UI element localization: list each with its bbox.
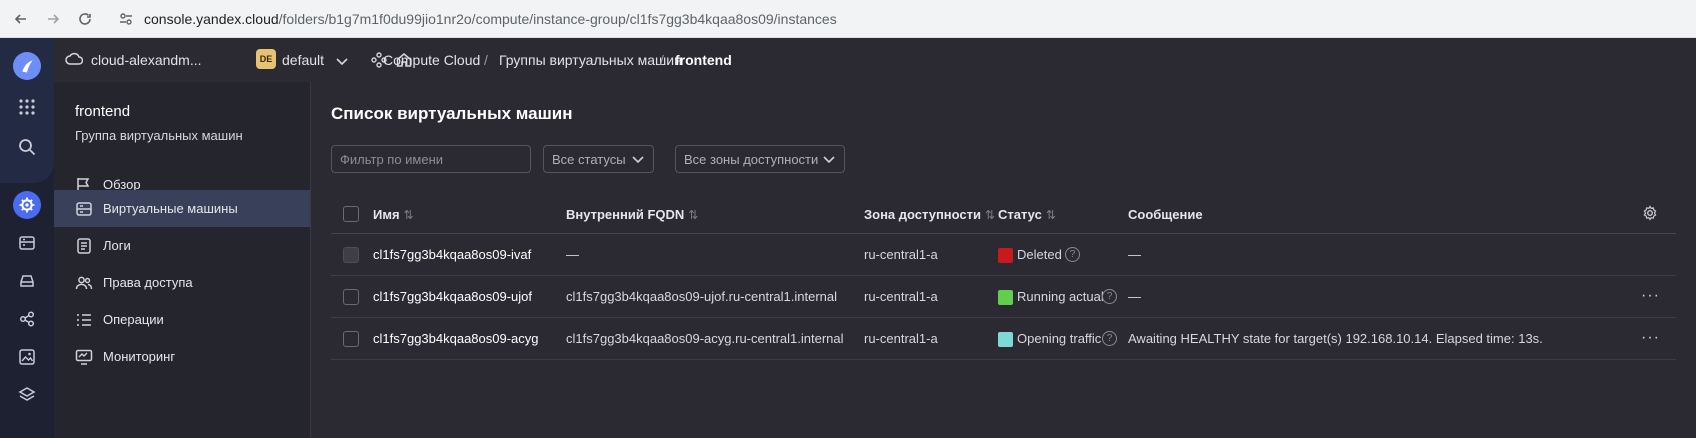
vm-zone: ru-central1-a bbox=[864, 247, 938, 262]
table-header: Имя ⇅ Внутренний FQDN ⇅ Зона доступности ⇅ … bbox=[331, 194, 1676, 234]
sort-icon: ⇅ bbox=[403, 208, 414, 222]
back-icon[interactable] bbox=[10, 8, 32, 30]
zone-select-value: Все зоны доступности bbox=[684, 151, 819, 167]
log-icon bbox=[75, 237, 93, 255]
vm-status: Deleted bbox=[1017, 247, 1062, 262]
breadcrumb-compute-cloud[interactable]: Compute Cloud bbox=[383, 52, 480, 68]
app-rail bbox=[0, 38, 54, 438]
vm-list-icon[interactable] bbox=[13, 229, 41, 257]
url-host: console.yandex.cloud bbox=[144, 11, 279, 27]
breadcrumb-current: frontend bbox=[675, 52, 732, 68]
vm-fqdn: cl1fs7gg3b4kqaa8os09-acyg.ru-central1.in… bbox=[566, 331, 844, 346]
chevron-down-icon[interactable] bbox=[336, 54, 348, 72]
compute-cloud-icon[interactable] bbox=[13, 191, 41, 219]
sidebar-item-access[interactable]: Права доступа bbox=[54, 264, 310, 301]
column-fqdn[interactable]: Внутренний FQDN ⇅ bbox=[566, 207, 698, 222]
row-checkbox[interactable] bbox=[343, 289, 359, 305]
layers-icon[interactable] bbox=[13, 381, 41, 409]
column-name[interactable]: Имя ⇅ bbox=[373, 207, 414, 222]
sidebar-item-vms[interactable]: Виртуальные машины bbox=[54, 190, 310, 227]
image-icon[interactable] bbox=[13, 343, 41, 371]
status-indicator bbox=[998, 248, 1013, 263]
vm-message: — bbox=[1128, 247, 1141, 262]
sidebar-item-label: Мониторинг bbox=[103, 349, 176, 364]
table-row[interactable]: cl1fs7gg3b4kqaa8os09-ivaf — ru-central1-… bbox=[331, 234, 1676, 276]
cloud-selector[interactable]: cloud-alexandm... bbox=[91, 52, 202, 68]
sidebar-item-label: Виртуальные машины bbox=[103, 201, 238, 216]
main-content: Список виртуальных машин Все статусы Все… bbox=[311, 82, 1696, 438]
vm-fqdn: — bbox=[566, 247, 579, 262]
column-zone[interactable]: Зона доступности ⇅ bbox=[864, 207, 995, 222]
sort-icon: ⇅ bbox=[1045, 208, 1056, 222]
vm-message: Awaiting HEALTHY state for target(s) 192… bbox=[1128, 331, 1543, 346]
page-title: Список виртуальных машин bbox=[331, 104, 573, 123]
row-checkbox bbox=[343, 247, 359, 263]
table-row[interactable]: cl1fs7gg3b4kqaa8os09-acyg cl1fs7gg3b4kqa… bbox=[331, 318, 1676, 360]
site-settings-icon[interactable] bbox=[116, 9, 136, 29]
chevron-down-icon bbox=[822, 152, 836, 166]
vm-zone: ru-central1-a bbox=[864, 289, 938, 304]
status-indicator bbox=[998, 290, 1013, 305]
yandex-cloud-logo-icon[interactable] bbox=[13, 52, 41, 80]
reload-icon[interactable] bbox=[74, 8, 96, 30]
sidebar-item-monitoring[interactable]: Мониторинг bbox=[54, 338, 310, 375]
table-row[interactable]: cl1fs7gg3b4kqaa8os09-ujof cl1fs7gg3b4kqa… bbox=[331, 276, 1676, 318]
breadcrumb-separator: / bbox=[660, 52, 664, 68]
users-icon bbox=[75, 274, 93, 292]
folder-selector[interactable]: default bbox=[282, 52, 324, 68]
search-icon[interactable] bbox=[13, 133, 41, 161]
vm-zone: ru-central1-a bbox=[864, 331, 938, 346]
address-bar[interactable]: console.yandex.cloud/folders/b1g7m1f0du9… bbox=[116, 5, 837, 33]
column-status[interactable]: Статус ⇅ bbox=[998, 207, 1056, 222]
column-message: Сообщение bbox=[1128, 207, 1203, 222]
sidebar-subtitle: Группа виртуальных машин bbox=[75, 128, 243, 143]
sidebar-item-label: Логи bbox=[103, 238, 131, 253]
help-icon[interactable]: ? bbox=[1065, 247, 1080, 262]
sidebar-item-label: Права доступа bbox=[103, 275, 193, 290]
network-icon[interactable] bbox=[13, 305, 41, 333]
help-icon[interactable]: ? bbox=[1102, 331, 1117, 346]
folder-badge: DE bbox=[256, 49, 276, 69]
settings-gear-icon[interactable] bbox=[1642, 205, 1658, 226]
sidebar-item-label: Операции bbox=[103, 312, 164, 327]
browser-toolbar: console.yandex.cloud/folders/b1g7m1f0du9… bbox=[0, 0, 1696, 38]
sidebar-item-operations[interactable]: Операции bbox=[54, 301, 310, 338]
monitor-icon bbox=[75, 348, 93, 366]
vm-status: Running actual bbox=[1017, 289, 1104, 304]
cloud-icon bbox=[65, 52, 84, 71]
group-sidebar: frontend Группа виртуальных машин Обзор … bbox=[54, 82, 311, 438]
server-icon bbox=[75, 200, 93, 218]
more-actions-icon[interactable]: ··· bbox=[1641, 287, 1660, 305]
more-actions-icon[interactable]: ··· bbox=[1641, 329, 1660, 347]
vm-name[interactable]: cl1fs7gg3b4kqaa8os09-acyg bbox=[373, 331, 539, 346]
disk-icon[interactable] bbox=[13, 267, 41, 295]
zone-select[interactable]: Все зоны доступности bbox=[675, 145, 845, 173]
sidebar-title: frontend bbox=[75, 103, 131, 120]
vm-name[interactable]: cl1fs7gg3b4kqaa8os09-ujof bbox=[373, 289, 532, 304]
list-icon bbox=[75, 311, 93, 329]
vm-message: — bbox=[1128, 289, 1141, 304]
status-indicator bbox=[998, 332, 1013, 347]
url-path: /folders/b1g7m1f0du99jio1nr2o/compute/in… bbox=[278, 11, 837, 27]
sort-icon: ⇅ bbox=[688, 208, 699, 222]
vm-name[interactable]: cl1fs7gg3b4kqaa8os09-ivaf bbox=[373, 247, 531, 262]
vm-fqdn: cl1fs7gg3b4kqaa8os09-ujof.ru-central1.in… bbox=[566, 289, 838, 304]
row-checkbox[interactable] bbox=[343, 331, 359, 347]
select-all-checkbox[interactable] bbox=[343, 206, 359, 222]
sidebar-item-logs[interactable]: Логи bbox=[54, 227, 310, 264]
sort-icon: ⇅ bbox=[985, 208, 996, 222]
services-grid-icon[interactable] bbox=[13, 93, 41, 121]
status-select-value: Все статусы bbox=[552, 151, 626, 167]
status-select[interactable]: Все статусы bbox=[543, 145, 654, 173]
help-icon[interactable]: ? bbox=[1102, 289, 1117, 304]
chevron-down-icon bbox=[631, 152, 645, 166]
name-filter-input[interactable] bbox=[331, 145, 531, 173]
breadcrumb-separator: / bbox=[484, 52, 488, 68]
top-header: cloud-alexandm... DE default Compute Clo… bbox=[54, 38, 1696, 82]
vm-status: Opening traffic bbox=[1017, 331, 1102, 346]
forward-icon[interactable] bbox=[42, 8, 64, 30]
breadcrumb-instance-groups[interactable]: Группы виртуальных машин bbox=[499, 52, 682, 68]
